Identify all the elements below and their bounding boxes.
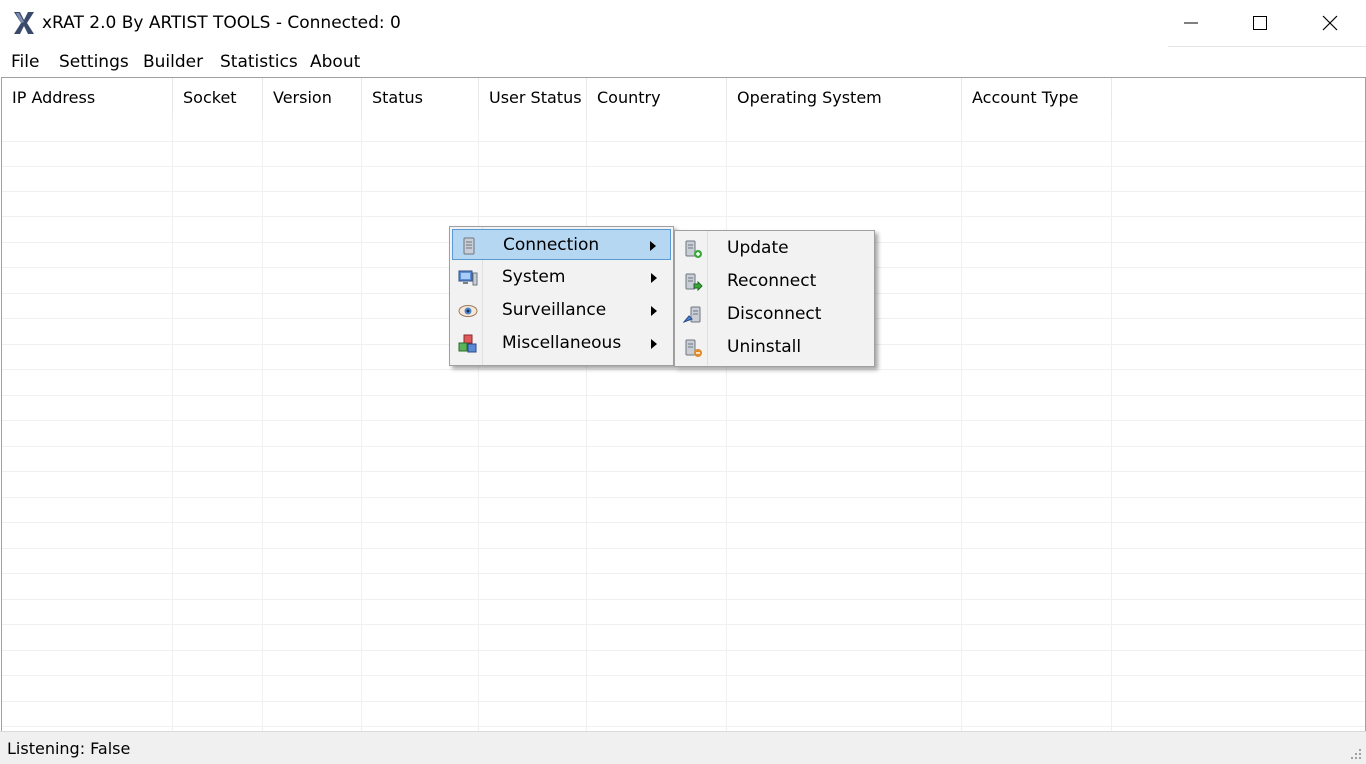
menu-item-label: Connection — [503, 235, 600, 255]
grid-line — [2, 675, 1365, 676]
menu-file[interactable]: File — [11, 52, 39, 72]
grid-line — [586, 119, 587, 731]
close-button[interactable] — [1296, 0, 1364, 46]
menu-item-miscellaneous[interactable]: Miscellaneous — [452, 328, 671, 359]
column-country[interactable]: Country — [587, 78, 727, 119]
minimize-button[interactable] — [1157, 0, 1225, 46]
menu-statistics[interactable]: Statistics — [220, 52, 298, 72]
menu-item-label: System — [502, 267, 566, 287]
column-ip-address[interactable]: IP Address — [2, 78, 173, 119]
server-go-icon — [685, 273, 703, 292]
grid-line — [2, 573, 1365, 574]
menu-item-label: Disconnect — [727, 304, 822, 324]
grid-line — [2, 650, 1365, 651]
grid-line — [726, 119, 727, 731]
menu-item-label: Reconnect — [727, 271, 817, 291]
grid-line — [2, 471, 1365, 472]
list-header: IP Address Socket Version Status User St… — [2, 78, 1365, 119]
server-add-icon — [685, 240, 702, 258]
menu-item-update[interactable]: Update — [677, 233, 872, 264]
menu-about[interactable]: About — [310, 52, 360, 72]
column-status[interactable]: Status — [362, 78, 479, 119]
connection-submenu: Update Reconnect Disconnect Uninstall — [674, 230, 875, 367]
menu-item-disconnect[interactable]: Disconnect — [677, 299, 872, 330]
menu-item-connection[interactable]: Connection — [452, 229, 671, 260]
close-icon — [1322, 15, 1338, 31]
column-socket[interactable]: Socket — [173, 78, 263, 119]
menu-item-label: Surveillance — [502, 300, 607, 320]
grid-line — [2, 624, 1365, 625]
grid-line — [961, 119, 962, 731]
menu-item-label: Uninstall — [727, 337, 802, 357]
column-account-type[interactable]: Account Type — [962, 78, 1112, 119]
column-user-status[interactable]: User Status — [479, 78, 587, 119]
menu-item-system[interactable]: System — [452, 262, 671, 293]
title-bar: xRAT 2.0 By ARTIST TOOLS - Connected: 0 — [0, 0, 1366, 47]
submenu-arrow-icon — [650, 241, 656, 251]
menu-item-reconnect[interactable]: Reconnect — [677, 266, 872, 297]
grid-line — [2, 522, 1365, 523]
clients-list[interactable]: IP Address Socket Version Status User St… — [1, 77, 1366, 732]
menu-settings[interactable]: Settings — [59, 52, 129, 72]
column-version[interactable]: Version — [263, 78, 362, 119]
menu-item-uninstall[interactable]: Uninstall — [677, 332, 872, 363]
cubes-icon — [458, 334, 477, 353]
grid-line — [2, 216, 1365, 217]
grid-line — [172, 119, 173, 731]
menu-item-label: Miscellaneous — [502, 333, 622, 353]
context-menu: Connection System Surveillance Miscellan… — [449, 226, 674, 366]
grid-line — [2, 141, 1365, 142]
status-bar: Listening: False — [0, 731, 1366, 764]
grid-line — [2, 599, 1365, 600]
x-logo-icon — [14, 12, 34, 34]
maximize-button[interactable] — [1226, 0, 1294, 46]
menu-item-surveillance[interactable]: Surveillance — [452, 295, 671, 326]
eye-icon — [458, 305, 478, 317]
grid-line — [2, 369, 1365, 370]
titlebar-separator — [1168, 46, 1366, 47]
listening-status: Listening: False — [7, 739, 131, 758]
grid-line — [2, 701, 1365, 702]
computer-icon — [458, 270, 478, 286]
minimize-icon — [1184, 22, 1198, 24]
resize-grip-icon[interactable] — [1350, 748, 1362, 760]
grid-line — [2, 726, 1365, 727]
server-icon — [463, 237, 475, 255]
menu-item-label: Update — [727, 238, 789, 258]
grid-line — [2, 497, 1365, 498]
column-operating-system[interactable]: Operating System — [727, 78, 962, 119]
grid-line — [2, 166, 1365, 167]
grid-line — [2, 446, 1365, 447]
grid-line — [2, 420, 1365, 421]
grid-line — [478, 119, 479, 731]
grid-line — [361, 119, 362, 731]
server-disconnect-icon — [683, 306, 701, 323]
maximize-icon — [1253, 16, 1267, 30]
menu-builder[interactable]: Builder — [143, 52, 203, 72]
submenu-arrow-icon — [651, 339, 657, 349]
submenu-arrow-icon — [651, 306, 657, 316]
window-title: xRAT 2.0 By ARTIST TOOLS - Connected: 0 — [42, 13, 401, 33]
submenu-arrow-icon — [651, 273, 657, 283]
server-delete-icon — [685, 339, 702, 357]
grid-line — [262, 119, 263, 731]
menu-bar: File Settings Builder Statistics About — [0, 48, 1366, 76]
grid-line — [2, 191, 1365, 192]
grid-line — [2, 395, 1365, 396]
grid-line — [2, 548, 1365, 549]
grid-line — [1111, 119, 1112, 731]
